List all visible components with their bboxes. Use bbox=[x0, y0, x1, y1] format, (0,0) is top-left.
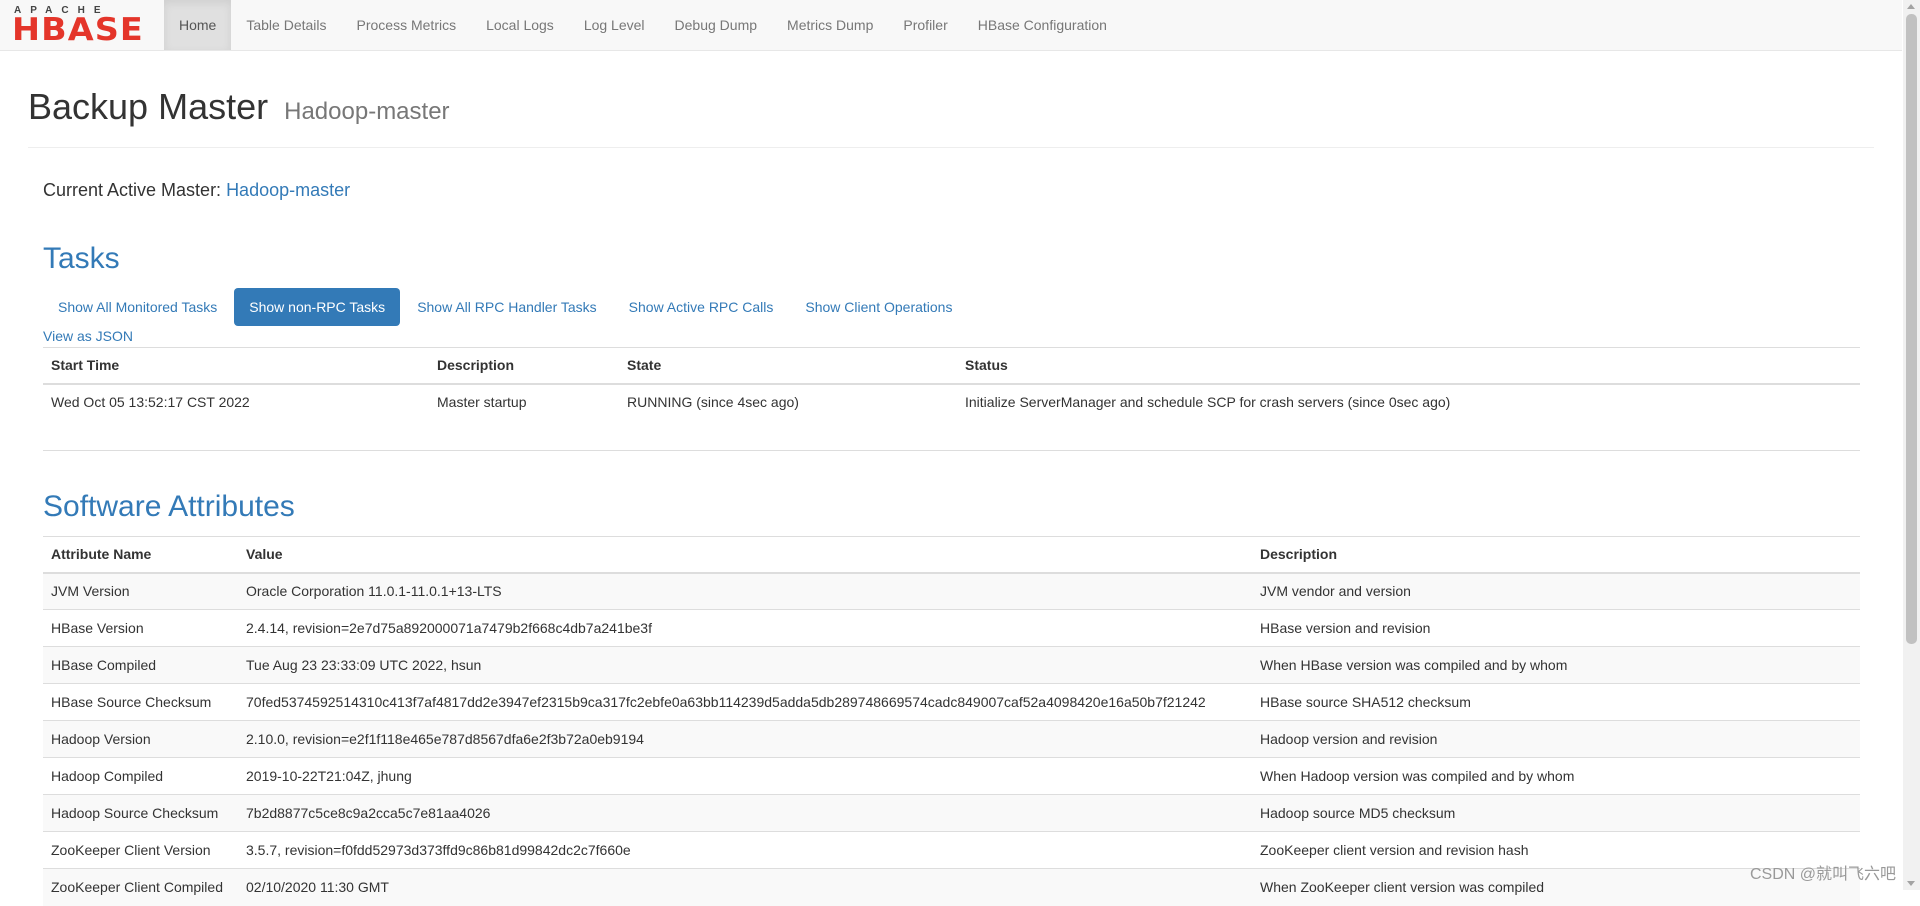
attribute-name: Hadoop Compiled bbox=[43, 757, 238, 795]
task-state: RUNNING (since 4sec ago) bbox=[627, 394, 799, 410]
tab-rpc-handler-tasks[interactable]: Show All RPC Handler Tasks bbox=[402, 288, 611, 326]
nav-local-logs[interactable]: Local Logs bbox=[471, 0, 569, 50]
view-as-json-link[interactable]: View as JSON bbox=[43, 328, 133, 344]
table-row: Hadoop Version 2.10.0, revision=e2f1f118… bbox=[43, 720, 1860, 758]
column-header: Description bbox=[1252, 536, 1860, 574]
attribute-value: Tue Aug 23 23:33:09 UTC 2022, hsun bbox=[238, 646, 1252, 684]
tasks-table: Start Time Description State Status Wed … bbox=[43, 347, 1860, 420]
page-header: Backup Master Hadoop-master bbox=[28, 86, 1874, 148]
table-row: ZooKeeper Client Compiled 02/10/2020 11:… bbox=[43, 868, 1860, 906]
scrollbar-thumb[interactable] bbox=[1906, 14, 1917, 644]
column-header[interactable]: Status bbox=[957, 347, 1860, 385]
table-header-row: Attribute Name Value Description bbox=[43, 536, 1860, 574]
table-header-row: Start Time Description State Status bbox=[43, 347, 1860, 385]
hbase-logo[interactable]: APACHE HBASE bbox=[12, 5, 152, 48]
table-row: ZooKeeper Client Version 3.5.7, revision… bbox=[43, 831, 1860, 869]
task-filter-tabs: Show All Monitored Tasks Show non-RPC Ta… bbox=[43, 288, 969, 326]
software-attributes-table: Attribute Name Value Description JVM Ver… bbox=[43, 536, 1860, 906]
attribute-name: HBase Version bbox=[43, 609, 238, 647]
active-master-link[interactable]: Hadoop-master bbox=[226, 180, 350, 200]
nav-profiler[interactable]: Profiler bbox=[888, 0, 962, 50]
attribute-value: 70fed5374592514310c413f7af4817dd2e3947ef… bbox=[238, 683, 1252, 721]
attribute-description: When HBase version was compiled and by w… bbox=[1252, 646, 1860, 684]
attribute-description: Hadoop source MD5 checksum bbox=[1252, 794, 1860, 832]
attribute-name: ZooKeeper Client Compiled bbox=[43, 868, 238, 906]
scroll-up-icon[interactable] bbox=[1907, 4, 1915, 9]
column-header: Attribute Name bbox=[43, 536, 238, 574]
table-row: HBase Version 2.4.14, revision=2e7d75a89… bbox=[43, 609, 1860, 647]
scroll-down-icon[interactable] bbox=[1907, 881, 1915, 886]
page-title: Backup Master Hadoop-master bbox=[28, 86, 1874, 128]
task-status: Initialize ServerManager and schedule SC… bbox=[965, 394, 1451, 410]
attribute-name: HBase Compiled bbox=[43, 646, 238, 684]
csdn-watermark: CSDN @就叫飞六吧 bbox=[1749, 866, 1896, 883]
attribute-value: Oracle Corporation 11.0.1-11.0.1+13-LTS bbox=[238, 572, 1252, 610]
section-divider bbox=[43, 450, 1860, 451]
attribute-name: Hadoop Source Checksum bbox=[43, 794, 238, 832]
attribute-name: ZooKeeper Client Version bbox=[43, 831, 238, 869]
column-header[interactable]: Start Time bbox=[43, 347, 429, 385]
attribute-description: HBase source SHA512 checksum bbox=[1252, 683, 1860, 721]
nav-table-details[interactable]: Table Details bbox=[231, 0, 341, 50]
column-header[interactable]: Description bbox=[429, 347, 619, 385]
task-start-time: Wed Oct 05 13:52:17 CST 2022 bbox=[51, 394, 250, 410]
attribute-value: 2019-10-22T21:04Z, jhung bbox=[238, 757, 1252, 795]
nav-debug-dump[interactable]: Debug Dump bbox=[660, 0, 773, 50]
top-navbar: APACHE HBASE Home Table Details Process … bbox=[0, 0, 1902, 51]
current-active-master: Current Active Master: Hadoop-master bbox=[43, 180, 350, 201]
tab-client-operations[interactable]: Show Client Operations bbox=[790, 288, 967, 326]
attribute-description: Hadoop version and revision bbox=[1252, 720, 1860, 758]
page-scrollbar[interactable] bbox=[1903, 0, 1920, 890]
attribute-name: Hadoop Version bbox=[43, 720, 238, 758]
column-header[interactable]: State bbox=[619, 347, 957, 385]
column-header: Value bbox=[238, 536, 1252, 574]
attribute-value: 7b2d8877c5ce8c9a2cca5c7e81aa4026 bbox=[238, 794, 1252, 832]
nav-home[interactable]: Home bbox=[164, 0, 232, 50]
task-description: Master startup bbox=[437, 394, 527, 410]
attribute-value: 02/10/2020 11:30 GMT bbox=[238, 868, 1252, 906]
attribute-value: 3.5.7, revision=f0fdd52973d373ffd9c86b81… bbox=[238, 831, 1252, 869]
table-row: Hadoop Source Checksum 7b2d8877c5ce8c9a2… bbox=[43, 794, 1860, 832]
attribute-value: 2.4.14, revision=2e7d75a892000071a7479b2… bbox=[238, 609, 1252, 647]
page-subtitle: Hadoop-master bbox=[284, 98, 450, 125]
nav-process-metrics[interactable]: Process Metrics bbox=[342, 0, 472, 50]
attribute-description: JVM vendor and version bbox=[1252, 572, 1860, 610]
table-row: Wed Oct 05 13:52:17 CST 2022 Master star… bbox=[43, 383, 1860, 420]
tab-active-rpc-calls[interactable]: Show Active RPC Calls bbox=[614, 288, 789, 326]
table-row: Hadoop Compiled 2019-10-22T21:04Z, jhung… bbox=[43, 757, 1860, 795]
nav-metrics-dump[interactable]: Metrics Dump bbox=[772, 0, 888, 50]
active-master-label: Current Active Master: bbox=[43, 180, 227, 200]
attribute-value: 2.10.0, revision=e2f1f118e465e787d8567df… bbox=[238, 720, 1252, 758]
attribute-description: When Hadoop version was compiled and by … bbox=[1252, 757, 1860, 795]
logo-hbase-text: HBASE bbox=[12, 12, 144, 48]
tab-non-rpc-tasks[interactable]: Show non-RPC Tasks bbox=[234, 288, 401, 326]
attribute-name: HBase Source Checksum bbox=[43, 683, 238, 721]
nav-menu: Home Table Details Process Metrics Local… bbox=[164, 0, 1122, 50]
tasks-heading: Tasks bbox=[43, 242, 120, 275]
tab-all-monitored-tasks[interactable]: Show All Monitored Tasks bbox=[43, 288, 232, 326]
table-row: JVM Version Oracle Corporation 11.0.1-11… bbox=[43, 572, 1860, 610]
attribute-name: JVM Version bbox=[43, 572, 238, 610]
nav-log-level[interactable]: Log Level bbox=[569, 0, 660, 50]
table-row: HBase Compiled Tue Aug 23 23:33:09 UTC 2… bbox=[43, 646, 1860, 684]
software-attributes-heading: Software Attributes bbox=[43, 490, 295, 523]
page-title-text: Backup Master bbox=[28, 86, 269, 127]
table-row: HBase Source Checksum 70fed5374592514310… bbox=[43, 683, 1860, 721]
attribute-description: HBase version and revision bbox=[1252, 609, 1860, 647]
nav-hbase-configuration[interactable]: HBase Configuration bbox=[963, 0, 1122, 50]
